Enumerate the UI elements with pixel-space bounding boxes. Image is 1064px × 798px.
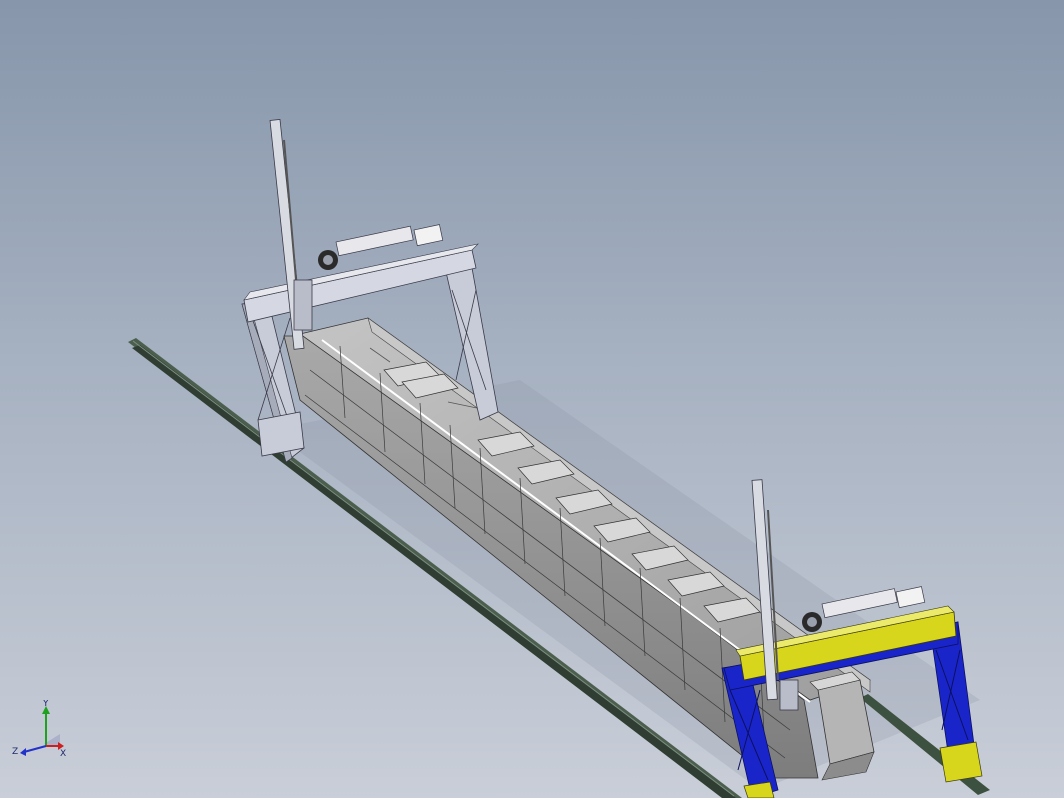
cad-model-view[interactable] <box>0 0 1064 798</box>
z-axis-arrow <box>20 748 26 756</box>
orientation-triad[interactable]: Y Z X <box>10 700 70 760</box>
3d-viewport[interactable]: Y Z X <box>0 0 1064 798</box>
x-axis-label: X <box>60 749 66 759</box>
y-axis-label: Y <box>42 700 49 709</box>
z-axis-line <box>23 745 47 753</box>
z-axis-label: Z <box>12 747 18 757</box>
